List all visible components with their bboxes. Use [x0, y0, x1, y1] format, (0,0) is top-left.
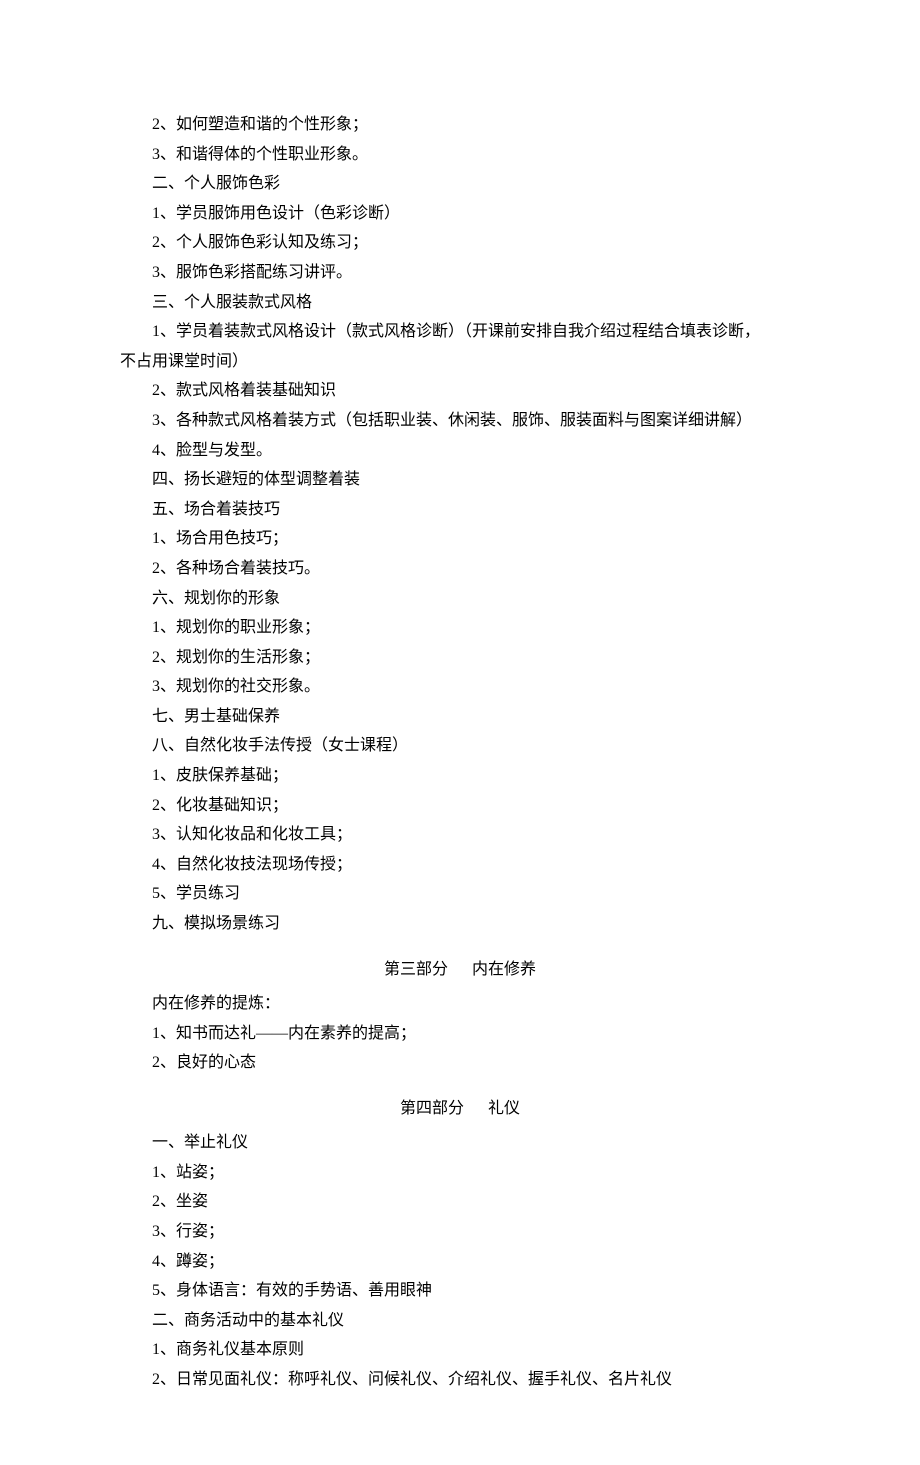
body-line: 1、学员服饰用色设计（色彩诊断） [120, 199, 800, 229]
body-line: 九、模拟场景练习 [120, 909, 800, 939]
body-line: 2、日常见面礼仪：称呼礼仪、问候礼仪、介绍礼仪、握手礼仪、名片礼仪 [120, 1365, 800, 1395]
body-line: 一、举止礼仪 [120, 1128, 800, 1158]
section-title: 礼仪 [488, 1100, 520, 1117]
section-title: 内在修养 [472, 961, 536, 978]
body-line: 4、蹲姿； [120, 1247, 800, 1277]
body-line: 1、站姿； [120, 1158, 800, 1188]
body-line: 六、规划你的形象 [120, 584, 800, 614]
body-line: 3、服饰色彩搭配练习讲评。 [120, 258, 800, 288]
body-line: 七、男士基础保养 [120, 702, 800, 732]
section-heading-4: 第四部分 礼仪 [120, 1094, 800, 1124]
section-part-label: 第三部分 [384, 961, 448, 978]
body-line: 四、扬长避短的体型调整着装 [120, 465, 800, 495]
body-line: 1、皮肤保养基础； [120, 761, 800, 791]
body-line: 八、自然化妆手法传授（女士课程） [120, 731, 800, 761]
body-line: 4、脸型与发型。 [120, 436, 800, 466]
section-part-label: 第四部分 [400, 1100, 464, 1117]
body-line: 5、学员练习 [120, 879, 800, 909]
body-line: 5、身体语言：有效的手势语、善用眼神 [120, 1276, 800, 1306]
body-line: 2、坐姿 [120, 1187, 800, 1217]
body-line: 2、款式风格着装基础知识 [120, 376, 800, 406]
body-line: 2、如何塑造和谐的个性形象； [120, 110, 800, 140]
body-line: 2、规划你的生活形象； [120, 643, 800, 673]
body-line: 3、认知化妆品和化妆工具； [120, 820, 800, 850]
section-heading-3: 第三部分 内在修养 [120, 955, 800, 985]
body-line: 内在修养的提炼： [120, 989, 800, 1019]
body-line: 1、场合用色技巧； [120, 524, 800, 554]
body-line: 3、规划你的社交形象。 [120, 672, 800, 702]
body-line: 二、商务活动中的基本礼仪 [120, 1306, 800, 1336]
body-line: 2、个人服饰色彩认知及练习； [120, 228, 800, 258]
body-line: 3、各种款式风格着装方式（包括职业装、休闲装、服饰、服装面料与图案详细讲解） [120, 406, 800, 436]
body-line: 1、学员着装款式风格设计（款式风格诊断）（开课前安排自我介绍过程结合填表诊断， [120, 317, 800, 347]
body-line: 1、知书而达礼——内在素养的提高； [120, 1019, 800, 1049]
body-line: 2、良好的心态 [120, 1048, 800, 1078]
body-line: 3、和谐得体的个性职业形象。 [120, 140, 800, 170]
body-line: 4、自然化妆技法现场传授； [120, 850, 800, 880]
body-line: 1、商务礼仪基本原则 [120, 1335, 800, 1365]
body-line: 五、场合着装技巧 [120, 495, 800, 525]
body-line: 2、各种场合着装技巧。 [120, 554, 800, 584]
body-line: 二、个人服饰色彩 [120, 169, 800, 199]
body-line: 三、个人服装款式风格 [120, 288, 800, 318]
body-line: 1、规划你的职业形象； [120, 613, 800, 643]
body-line-wrap: 不占用课堂时间） [120, 347, 800, 377]
body-line: 3、行姿； [120, 1217, 800, 1247]
body-line: 2、化妆基础知识； [120, 791, 800, 821]
